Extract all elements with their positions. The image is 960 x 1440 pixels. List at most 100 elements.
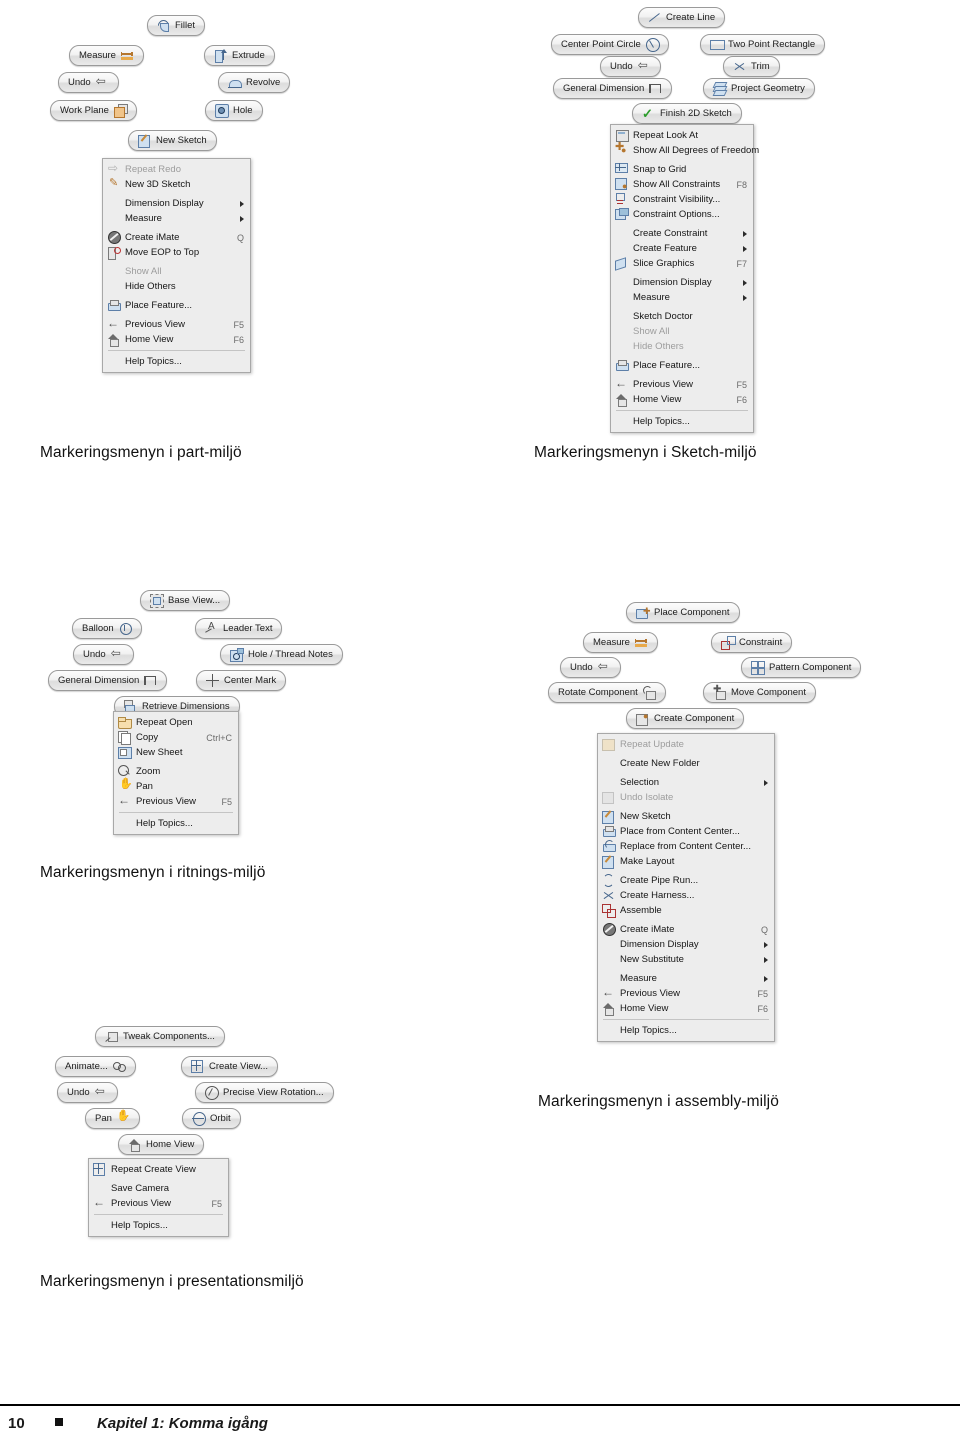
- menu-item[interactable]: Measure: [103, 211, 250, 226]
- pill-create-line[interactable]: Create Line: [638, 7, 726, 28]
- pill-pan[interactable]: Pan ✋: [85, 1108, 140, 1129]
- pill-move-component[interactable]: ✚ Move Component: [703, 682, 816, 703]
- pill-hole[interactable]: Hole: [205, 100, 263, 121]
- menu-item[interactable]: ✚ ● Show All Degrees of Freedom: [611, 141, 759, 158]
- menu-item[interactable]: Measure: [598, 971, 774, 986]
- pill-leader-text[interactable]: A Leader Text: [195, 618, 283, 639]
- sketch-context-menu[interactable]: Repeat Look At ✚ ● Show All Degrees of F…: [610, 124, 759, 433]
- menu-item[interactable]: New Sheet: [114, 745, 238, 760]
- menu-item[interactable]: Slice Graphics F7: [611, 256, 753, 271]
- pill-undo[interactable]: Undo ⇦: [560, 657, 621, 678]
- menu-item[interactable]: Create Pipe Run...: [598, 873, 774, 888]
- menu-item[interactable]: Repeat Create View: [89, 1162, 228, 1177]
- pill-balloon[interactable]: Balloon: [72, 618, 142, 639]
- pill-base-view[interactable]: Base View...: [140, 590, 231, 611]
- menu-item[interactable]: Place from Content Center...: [598, 824, 774, 839]
- menu-item[interactable]: Home View F6: [611, 392, 753, 407]
- pill-general-dimension[interactable]: General Dimension: [48, 670, 168, 691]
- pill-new-sketch[interactable]: New Sketch: [128, 130, 217, 151]
- pill-two-point-rectangle[interactable]: Two Point Rectangle: [700, 34, 826, 55]
- menu-item[interactable]: Create Constraint: [611, 226, 753, 241]
- menu-item[interactable]: Create Harness...: [598, 888, 774, 903]
- pill-center-mark[interactable]: Center Mark: [196, 670, 287, 691]
- menu-item[interactable]: ● Show All Constraints F8: [611, 177, 753, 192]
- pill-undo[interactable]: Undo ⇦: [58, 72, 119, 93]
- pill-trim[interactable]: Trim: [723, 56, 780, 77]
- menu-item[interactable]: Measure: [611, 290, 753, 305]
- pill-orbit[interactable]: Orbit: [182, 1108, 241, 1129]
- menu-item[interactable]: Help Topics...: [114, 816, 238, 831]
- menu-item[interactable]: Hide Others: [103, 279, 250, 294]
- menu-item[interactable]: Zoom: [114, 764, 238, 779]
- part-context-menu[interactable]: ⇨ Repeat Redo ✎ New 3D Sketch Dimension …: [102, 158, 251, 373]
- pill-measure[interactable]: Measure: [69, 45, 144, 66]
- pill-general-dimension[interactable]: General Dimension: [553, 78, 673, 99]
- menu-item[interactable]: Home View F6: [598, 1001, 774, 1016]
- pill-project-geometry[interactable]: Project Geometry: [703, 78, 815, 99]
- menu-item[interactable]: Hide Others: [611, 339, 753, 354]
- menu-item[interactable]: Create Feature: [611, 241, 753, 256]
- pill-create-view[interactable]: Create View...: [181, 1056, 278, 1077]
- drawing-context-menu[interactable]: Repeat Open Copy Ctrl+C New Sheet Zoom ✋…: [113, 711, 239, 835]
- pill-measure[interactable]: Measure: [583, 632, 658, 653]
- menu-item[interactable]: ← Previous View F5: [114, 794, 238, 809]
- menu-item[interactable]: Dimension Display: [611, 275, 753, 290]
- menu-item[interactable]: ← Previous View F5: [89, 1196, 228, 1211]
- menu-item[interactable]: Help Topics...: [103, 354, 250, 369]
- menu-item[interactable]: Show All: [103, 264, 250, 279]
- menu-item[interactable]: Move EOP to Top: [103, 245, 250, 260]
- menu-item[interactable]: Place Feature...: [611, 358, 753, 373]
- pill-tweak-components[interactable]: Tweak Components...: [95, 1026, 225, 1047]
- menu-item[interactable]: Place Feature...: [103, 298, 250, 313]
- pill-pattern-component[interactable]: Pattern Component: [741, 657, 862, 678]
- pill-extrude[interactable]: Extrude: [204, 45, 275, 66]
- menu-item[interactable]: Constraint Visibility...: [611, 192, 753, 207]
- menu-item[interactable]: Copy Ctrl+C: [114, 730, 238, 745]
- pill-finish-2d-sketch[interactable]: ✓ Finish 2D Sketch: [632, 103, 742, 124]
- menu-item[interactable]: Create New Folder: [598, 756, 774, 771]
- menu-item[interactable]: Selection: [598, 775, 774, 790]
- menu-item[interactable]: Repeat Open: [114, 715, 238, 730]
- menu-item[interactable]: Undo Isolate: [598, 790, 774, 805]
- menu-item[interactable]: Dimension Display: [598, 937, 774, 952]
- menu-item[interactable]: ← Previous View F5: [611, 377, 753, 392]
- pill-revolve[interactable]: Revolve: [218, 72, 291, 93]
- menu-item[interactable]: ← Previous View F5: [598, 986, 774, 1001]
- pill-home-view[interactable]: Home View: [118, 1134, 205, 1155]
- menu-item[interactable]: Help Topics...: [598, 1023, 774, 1038]
- menu-item[interactable]: ✎ New 3D Sketch: [103, 177, 250, 192]
- menu-item[interactable]: Constraint Options...: [611, 207, 753, 222]
- menu-item[interactable]: Assemble: [598, 903, 774, 918]
- menu-item[interactable]: Create iMate Q: [598, 922, 774, 937]
- menu-item[interactable]: Sketch Doctor: [611, 309, 753, 324]
- pill-undo[interactable]: Undo ⇦: [73, 644, 134, 665]
- pill-constraint[interactable]: Constraint: [711, 632, 793, 653]
- presentation-context-menu[interactable]: Repeat Create View Save Camera ← Previou…: [88, 1158, 229, 1237]
- pill-center-point-circle[interactable]: Center Point Circle: [551, 34, 669, 55]
- assembly-context-menu[interactable]: Repeat Update Create New Folder Selectio…: [597, 733, 775, 1042]
- pill-place-component[interactable]: ✚ Place Component: [626, 602, 740, 623]
- menu-item[interactable]: Help Topics...: [611, 414, 753, 429]
- menu-item[interactable]: New Substitute: [598, 952, 774, 967]
- pill-fillet[interactable]: Fillet: [147, 15, 206, 36]
- pill-create-component[interactable]: ● Create Component: [626, 708, 745, 729]
- menu-item[interactable]: Save Camera: [89, 1181, 228, 1196]
- menu-item[interactable]: Show All: [611, 324, 753, 339]
- pill-rotate-component[interactable]: Rotate Component: [548, 682, 666, 703]
- menu-item[interactable]: Create iMate Q: [103, 230, 250, 245]
- pill-undo[interactable]: Undo ⇦: [57, 1082, 118, 1103]
- menu-item[interactable]: ⇨ Repeat Redo: [103, 162, 250, 177]
- pill-hole-thread-notes[interactable]: Hole / Thread Notes: [220, 644, 343, 665]
- pill-precise-view-rotation[interactable]: Precise View Rotation...: [195, 1082, 334, 1103]
- pill-animate[interactable]: Animate...: [55, 1056, 136, 1077]
- menu-item[interactable]: Replace from Content Center...: [598, 839, 774, 854]
- menu-item[interactable]: Snap to Grid: [611, 162, 753, 177]
- menu-item[interactable]: Home View F6: [103, 332, 250, 347]
- pill-undo[interactable]: Undo ⇦: [600, 56, 661, 77]
- menu-item[interactable]: Help Topics...: [89, 1218, 228, 1233]
- menu-item[interactable]: ← Previous View F5: [103, 317, 250, 332]
- menu-item[interactable]: Repeat Look At: [611, 128, 753, 143]
- pill-work-plane[interactable]: Work Plane: [50, 100, 137, 121]
- menu-item[interactable]: Dimension Display: [103, 196, 250, 211]
- menu-item[interactable]: New Sketch: [598, 809, 774, 824]
